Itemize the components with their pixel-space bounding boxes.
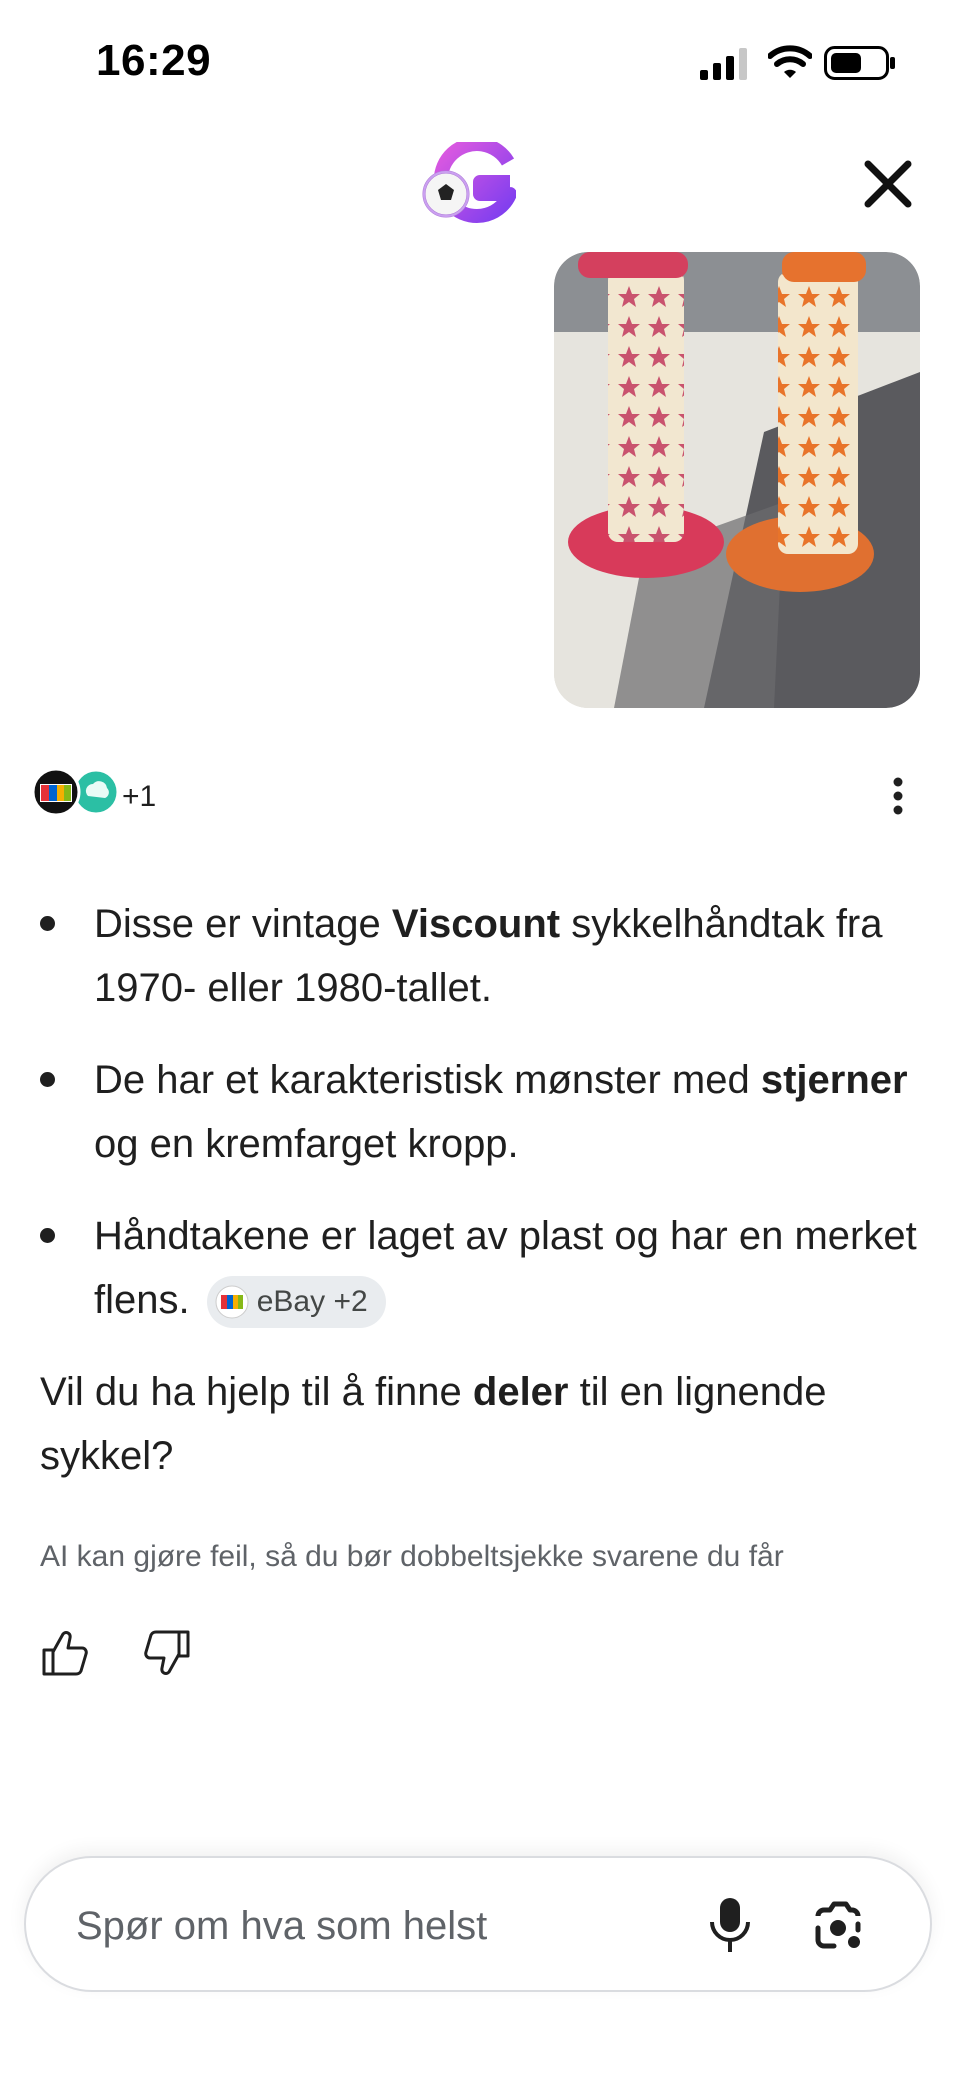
bullet-text: Disse er vintage — [94, 902, 392, 946]
sources-count[interactable]: +1 — [122, 780, 156, 814]
answer-bullet: Disse er vintage Viscount sykkelhåndtak … — [40, 892, 930, 1020]
google-lens-camera-icon[interactable] — [810, 1898, 866, 1954]
battery-icon — [824, 46, 895, 80]
bullet-text: De har et karakteristisk mønster med — [94, 1058, 761, 1102]
uploaded-photo[interactable] — [554, 252, 920, 708]
source-chip-label: eBay +2 — [256, 1285, 368, 1319]
microphone-icon[interactable] — [708, 1896, 752, 1956]
bullet-text: og en kremfarget kropp. — [94, 1122, 519, 1166]
more-options-icon[interactable] — [880, 776, 916, 816]
close-button[interactable] — [858, 154, 918, 214]
disclaimer-text: AI kan gjøre feil, så du bør dobbeltsjek… — [40, 1540, 784, 1573]
wifi-icon — [768, 45, 812, 78]
source-chip[interactable]: eBay +2 — [206, 1276, 386, 1329]
status-time: 16:29 — [96, 36, 212, 85]
bullet-bold-text: Viscount — [391, 902, 561, 946]
follow-up-question: Vil du ha hjelp til å finne deler til en… — [40, 1360, 930, 1488]
thumbs-down-icon[interactable] — [142, 1628, 192, 1678]
cellular-signal-icon — [700, 48, 747, 80]
ebay-icon — [215, 1285, 249, 1319]
source-avatars[interactable] — [30, 766, 120, 818]
answer-body: Disse er vintage Viscount sykkelhåndtak … — [40, 892, 930, 1488]
question-text: Vil du ha hjelp til å finne — [40, 1370, 473, 1414]
ask-input[interactable] — [74, 1894, 678, 1958]
question-bold-text: deler — [472, 1370, 569, 1414]
answer-bullet: De har et karakteristisk mønster med stj… — [40, 1048, 930, 1176]
thumbs-up-icon[interactable] — [40, 1628, 90, 1678]
bullet-bold-text: stjerner — [760, 1058, 908, 1102]
google-logo-icon — [422, 142, 516, 223]
answer-bullet: Håndtakene er laget av plast og har en m… — [40, 1204, 930, 1332]
ask-input-bar — [24, 1856, 932, 1992]
